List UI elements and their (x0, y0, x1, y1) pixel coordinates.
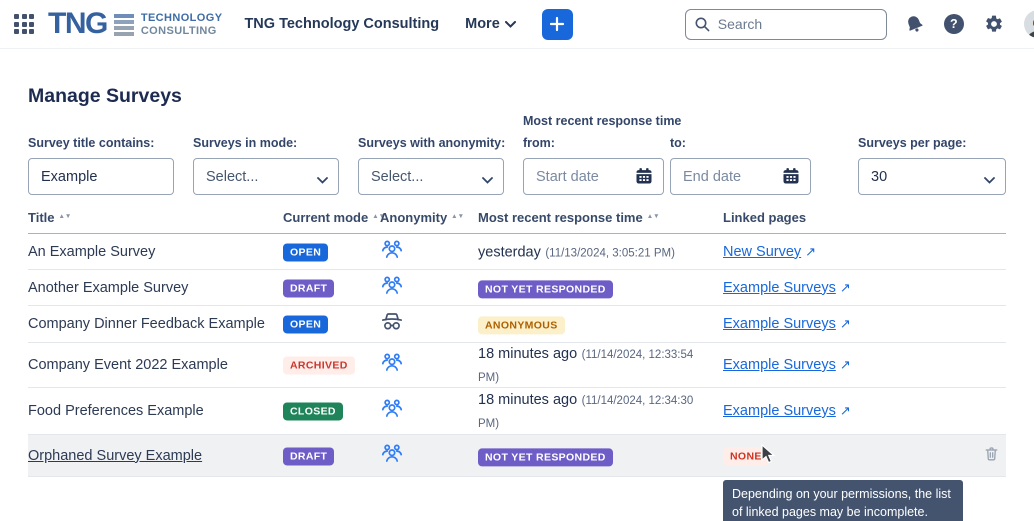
response-time-group-label: Most recent response time (523, 114, 681, 128)
main-content: Manage Surveys Survey title contains: Su… (0, 85, 1034, 477)
logo-lines-decoration (114, 14, 134, 36)
table-row[interactable]: Orphaned Survey Example DRAFT NOT YET RE… (28, 435, 1006, 477)
column-header-linked-pages: Linked pages (723, 210, 973, 225)
table-row[interactable]: Food Preferences Example CLOSED 18 minut… (28, 388, 1006, 435)
to-date-field (670, 158, 811, 195)
incognito-icon (380, 320, 404, 337)
sort-icon: ▲▼ (59, 214, 72, 221)
survey-title[interactable]: An Example Survey (28, 244, 155, 260)
survey-title[interactable]: Orphaned Survey Example (28, 448, 202, 464)
anonymity-select[interactable]: Select... (358, 158, 504, 195)
response-status-badge: NOT YET RESPONDED (478, 280, 613, 298)
mode-select[interactable]: Select... (193, 158, 339, 195)
from-label: from: (523, 136, 555, 150)
help-icon[interactable]: ? (944, 14, 964, 34)
surveys-table: Title▲▼ Current mode▲▼ Anonymity▲▼ Most … (28, 210, 1006, 477)
chevron-down-icon (984, 172, 995, 188)
response-time-text: yesterday (478, 244, 541, 260)
plus-icon (549, 16, 565, 32)
table-row[interactable]: Company Event 2022 Example ARCHIVED 18 m… (28, 343, 1006, 388)
column-header-anonymity[interactable]: Anonymity▲▼ (380, 210, 470, 225)
external-link-icon: ↗ (840, 403, 851, 419)
mode-label: Surveys in mode: (193, 136, 297, 150)
survey-title[interactable]: Another Example Survey (28, 280, 188, 296)
linked-page-link[interactable]: Example Surveys↗ (723, 357, 851, 373)
more-label: More (465, 16, 500, 32)
calendar-icon[interactable] (634, 166, 654, 191)
response-status-badge: NOT YET RESPONDED (478, 448, 613, 466)
survey-title[interactable]: Food Preferences Example (28, 403, 204, 419)
chevron-down-icon (317, 172, 328, 188)
per-page-select[interactable]: 30 (858, 158, 1006, 195)
people-group-icon (380, 407, 404, 424)
response-status-badge: ANONYMOUS (478, 316, 565, 334)
mode-badge: OPEN (283, 315, 328, 333)
people-group-icon (380, 451, 404, 468)
column-header-response-time[interactable]: Most recent response time▲▼ (478, 210, 696, 225)
anonymity-label: Surveys with anonymity: (358, 136, 505, 150)
external-link-icon: ↗ (840, 280, 851, 296)
survey-title[interactable]: Company Dinner Feedback Example (28, 316, 265, 332)
mode-badge: ARCHIVED (283, 356, 355, 374)
filters-bar: Survey title contains: Surveys in mode: … (28, 114, 1006, 198)
title-contains-label: Survey title contains: (28, 136, 154, 150)
app-switcher-icon[interactable] (14, 14, 34, 34)
people-group-icon (380, 247, 404, 264)
linked-page-link[interactable]: Example Surveys↗ (723, 403, 851, 419)
sort-icon: ▲▼ (647, 214, 660, 221)
response-time-detail: (11/13/2024, 3:05:21 PM) (545, 247, 675, 259)
column-header-title[interactable]: Title▲▼ (28, 210, 278, 225)
external-link-icon: ↗ (805, 244, 816, 260)
to-label: to: (670, 136, 686, 150)
table-header-row: Title▲▼ Current mode▲▼ Anonymity▲▼ Most … (28, 210, 1006, 234)
sort-icon: ▲▼ (451, 214, 464, 221)
people-group-icon (380, 283, 404, 300)
chevron-down-icon (505, 21, 516, 28)
from-date-field (523, 158, 664, 195)
table-row[interactable]: Another Example Survey DRAFT NOT YET RES… (28, 270, 1006, 306)
no-linked-pages-badge: NONE (723, 447, 769, 465)
settings-gear-icon[interactable] (984, 14, 1004, 34)
linked-pages-tooltip: Depending on your permissions, the list … (723, 480, 963, 521)
external-link-icon: ↗ (840, 357, 851, 373)
title-contains-input[interactable] (28, 158, 174, 195)
survey-title[interactable]: Company Event 2022 Example (28, 357, 228, 373)
create-button[interactable] (542, 9, 573, 40)
search-input[interactable] (685, 9, 887, 40)
mode-badge: DRAFT (283, 279, 334, 297)
delete-survey-icon[interactable] (983, 444, 1000, 467)
per-page-label: Surveys per page: (858, 136, 966, 150)
mode-badge: CLOSED (283, 402, 343, 420)
tng-logo[interactable]: TNG TECHNOLOGY CONSULTING (48, 9, 222, 39)
user-avatar[interactable] (1024, 10, 1034, 38)
column-header-current-mode[interactable]: Current mode▲▼ (283, 210, 375, 225)
mode-badge: OPEN (283, 243, 328, 261)
linked-page-link[interactable]: Example Surveys↗ (723, 280, 851, 296)
table-row[interactable]: An Example Survey OPEN yesterday (11/13/… (28, 234, 1006, 270)
people-group-icon (380, 361, 404, 378)
more-menu[interactable]: More (465, 16, 516, 32)
logo-text: TNG (48, 9, 107, 39)
chevron-down-icon (482, 172, 493, 188)
space-name-link[interactable]: TNG Technology Consulting (244, 16, 439, 32)
notifications-bell-icon[interactable] (905, 14, 924, 34)
logo-word-consulting: CONSULTING (141, 25, 223, 38)
logo-word-technology: TECHNOLOGY (141, 12, 223, 25)
linked-page-link[interactable]: New Survey↗ (723, 244, 816, 260)
top-navigation-bar: TNG TECHNOLOGY CONSULTING TNG Technology… (0, 0, 1034, 49)
linked-page-link[interactable]: Example Surveys↗ (723, 316, 851, 332)
page-title: Manage Surveys (28, 85, 1006, 108)
calendar-icon[interactable] (781, 166, 801, 191)
mode-badge: DRAFT (283, 447, 334, 465)
table-row[interactable]: Company Dinner Feedback Example OPEN ANO… (28, 306, 1006, 343)
external-link-icon: ↗ (840, 316, 851, 332)
